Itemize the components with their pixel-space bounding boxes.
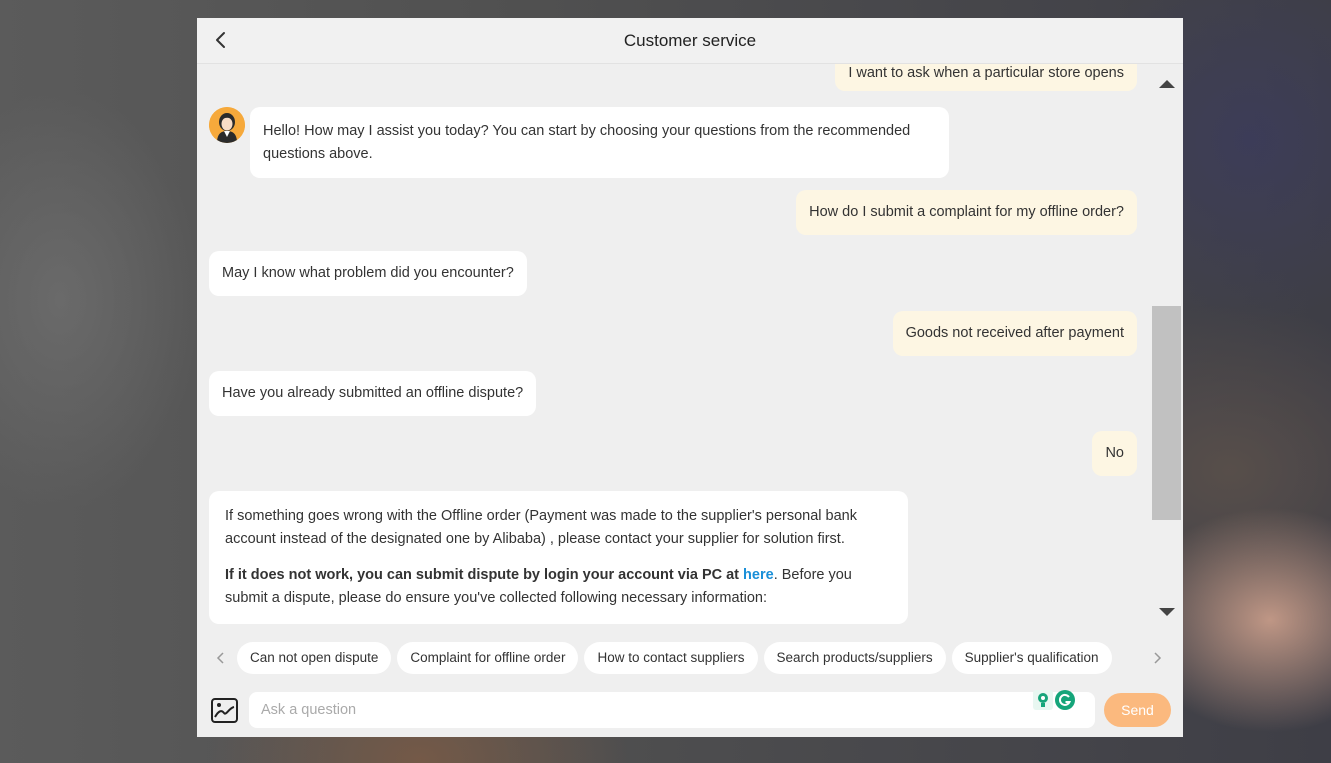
message-text: No bbox=[1105, 445, 1124, 461]
user-message: How do I submit a complaint for my offli… bbox=[796, 190, 1137, 235]
user-message: Goods not received after payment bbox=[892, 311, 1137, 356]
message-text: May I know what problem did you encounte… bbox=[222, 265, 514, 281]
triangle-up-icon bbox=[1159, 80, 1175, 88]
quick-question-chip[interactable]: Complaint for offline order bbox=[397, 642, 579, 674]
chevron-left-icon bbox=[216, 652, 224, 664]
message-area[interactable]: I want to ask when a particular store op… bbox=[197, 64, 1183, 632]
scroll-up-button[interactable] bbox=[1159, 76, 1175, 94]
bot-message: Have you already submitted an offline di… bbox=[209, 371, 537, 416]
message-text: Have you already submitted an offline di… bbox=[222, 385, 524, 401]
bold-text: If it does not work, you can submit disp… bbox=[225, 567, 744, 583]
image-icon bbox=[211, 698, 238, 723]
quick-questions-next-button[interactable] bbox=[1147, 648, 1167, 668]
quick-question-chip[interactable]: Supplier's qualification bbox=[951, 642, 1112, 674]
dispute-link[interactable]: here bbox=[743, 567, 774, 583]
message-text: Hello! How may I assist you today? You c… bbox=[263, 123, 911, 162]
question-input[interactable] bbox=[249, 692, 1095, 728]
message-text: I want to ask when a particular store op… bbox=[848, 65, 1124, 81]
chevron-left-icon bbox=[216, 32, 225, 48]
quick-question-chip[interactable]: Can not open dispute bbox=[237, 642, 392, 674]
quick-question-chip[interactable]: Search products/suppliers bbox=[763, 642, 946, 674]
scrollbar[interactable] bbox=[1149, 64, 1183, 632]
message-text: How do I submit a complaint for my offli… bbox=[809, 204, 1124, 220]
quick-questions-list: Can not open dispute Complaint for offlin… bbox=[237, 642, 1142, 674]
scroll-down-button[interactable] bbox=[1159, 604, 1175, 622]
bot-message: If something goes wrong with the Offline… bbox=[209, 491, 908, 624]
message-paragraph: If something goes wrong with the Offline… bbox=[225, 508, 857, 547]
quick-questions-bar: Can not open dispute Complaint for offlin… bbox=[197, 632, 1183, 684]
extension-icons bbox=[1033, 690, 1075, 710]
back-button[interactable] bbox=[209, 28, 233, 52]
triangle-down-icon bbox=[1159, 608, 1175, 616]
chat-header: Customer service bbox=[197, 18, 1183, 64]
quick-questions-prev-button[interactable] bbox=[211, 648, 231, 668]
bulb-icon[interactable] bbox=[1033, 690, 1053, 710]
bot-message: May I know what problem did you encounte… bbox=[209, 251, 527, 296]
chat-window: Customer service I want to ask when a pa… bbox=[197, 18, 1183, 737]
chevron-right-icon bbox=[1154, 652, 1162, 664]
input-bar: Send bbox=[197, 684, 1183, 737]
quick-question-chip[interactable]: How to contact suppliers bbox=[584, 642, 758, 674]
agent-avatar bbox=[209, 107, 245, 143]
send-button[interactable]: Send bbox=[1104, 693, 1171, 727]
user-message: No bbox=[1092, 431, 1137, 476]
message-paragraph: If it does not work, you can submit disp… bbox=[225, 564, 892, 610]
agent-avatar-icon bbox=[209, 107, 245, 143]
message-list: I want to ask when a particular store op… bbox=[197, 64, 1149, 632]
user-message: I want to ask when a particular store op… bbox=[835, 64, 1137, 91]
scroll-thumb[interactable] bbox=[1152, 306, 1181, 520]
upload-image-button[interactable] bbox=[211, 698, 238, 723]
message-text: Goods not received after payment bbox=[905, 325, 1124, 341]
bot-message: Hello! How may I assist you today? You c… bbox=[250, 107, 949, 178]
grammarly-icon[interactable] bbox=[1055, 690, 1075, 710]
page-title: Customer service bbox=[623, 30, 757, 50]
